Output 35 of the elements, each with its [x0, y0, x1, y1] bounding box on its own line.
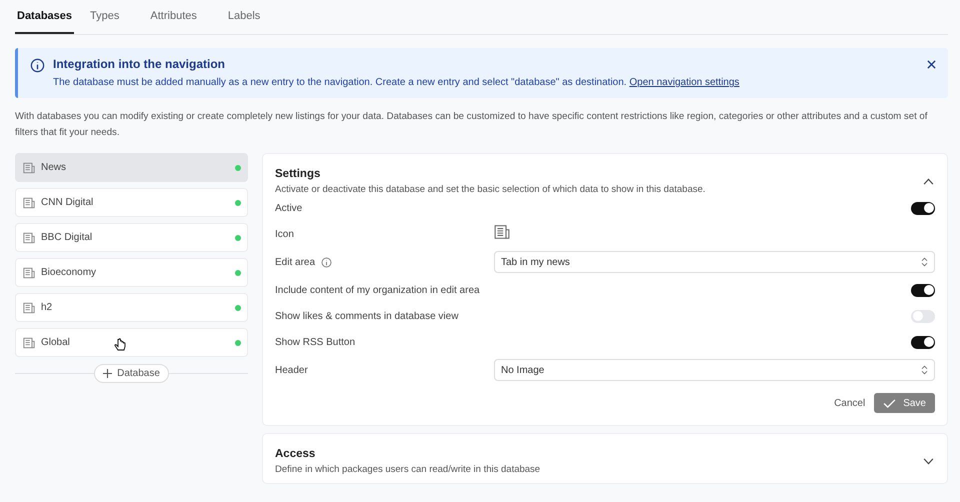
database-item[interactable]: BBC Digital: [15, 223, 248, 252]
section-title: Settings: [275, 168, 322, 180]
database-name: BBC Digital: [41, 232, 92, 243]
add-database-button[interactable]: Database: [94, 364, 169, 383]
database-name: News: [41, 162, 66, 173]
tab[interactable]: Databases: [15, 0, 74, 34]
tab[interactable]: Labels: [226, 0, 276, 34]
database-name: Bioeconomy: [41, 267, 96, 278]
section-title: Access: [275, 448, 316, 460]
database-item[interactable]: News: [15, 153, 248, 182]
tab[interactable]: Attributes: [148, 0, 212, 34]
setting-label: Header: [275, 364, 308, 376]
setting-label: Include content of my organization in edit area: [275, 284, 480, 296]
section-description: Define in which packages users can read/write in this database: [275, 464, 540, 475]
section-description: Activate or deactivate this database and set the basic selection of which data to show in this database.: [275, 184, 706, 195]
database-item[interactable]: Bioeconomy: [15, 258, 248, 287]
navigation-settings-link[interactable]: Open navigation settings: [629, 77, 740, 88]
setting-label: Show likes & comments in database view: [275, 310, 458, 322]
save-button[interactable]: Save: [874, 393, 935, 413]
banner-text: The database must be added manually as a new entry to the navigation. Create a new entry and select "database" as destination. Open navigation settings: [53, 77, 740, 88]
setting-label: Active: [275, 202, 302, 214]
setting-label: Edit area: [275, 256, 316, 268]
database-name: h2: [41, 302, 52, 313]
tab[interactable]: Types: [88, 0, 134, 34]
select-field[interactable]: No Image: [494, 359, 935, 381]
intro-text: With databases you can modify existing or create completely new listings for your data. Databases can be customized to have specific content restrictions like region, categories or other attributes and a custom set of filters that fit your needs.: [15, 110, 928, 140]
database-item[interactable]: Global: [15, 328, 248, 357]
setting-label: Show RSS Button: [275, 336, 356, 348]
banner-title: Integration into the navigation: [53, 57, 226, 71]
database-name: CNN Digital: [41, 197, 94, 208]
database-item[interactable]: h2: [15, 293, 248, 322]
select-field[interactable]: Tab in my news: [494, 251, 935, 273]
database-item[interactable]: CNN Digital: [15, 188, 248, 217]
setting-label: Icon: [275, 228, 294, 240]
database-name: Global: [41, 337, 70, 348]
